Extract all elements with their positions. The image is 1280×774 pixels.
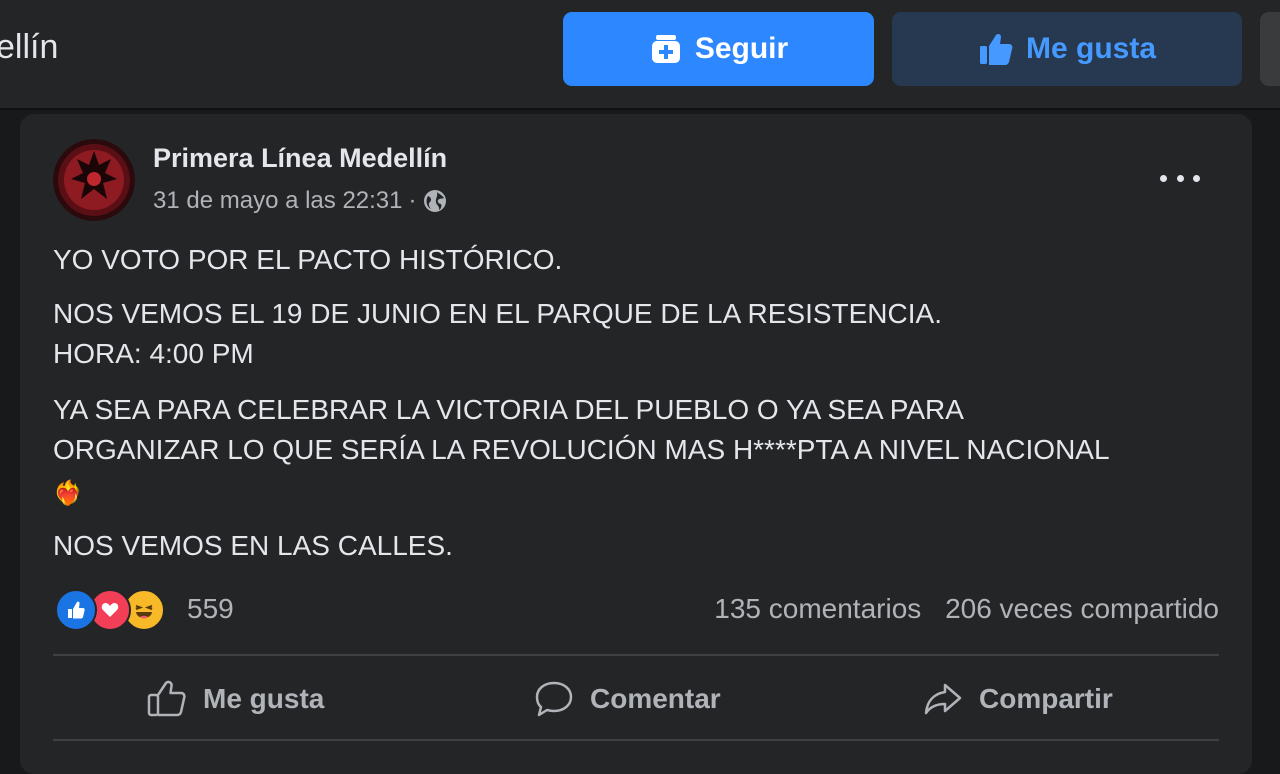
- comment-icon: [535, 681, 573, 717]
- thumbs-up-outline-icon: [147, 680, 186, 717]
- share-label: Compartir: [979, 683, 1113, 714]
- post-options-button[interactable]: [1160, 168, 1200, 188]
- post-stats: 135 comentarios 206 veces compartido: [714, 593, 1219, 625]
- like-reaction-icon: [55, 589, 97, 631]
- post-card: Primera Línea Medellín 31 de mayo a las …: [20, 114, 1252, 774]
- post-text-line: NOS VEMOS EL 19 DE JUNIO EN EL PARQUE DE…: [53, 298, 942, 329]
- post-meta: 31 de mayo a las 22:31 ·: [153, 186, 447, 216]
- share-button[interactable]: Compartir: [923, 674, 1113, 724]
- reaction-icons[interactable]: [55, 589, 165, 631]
- more-page-button[interactable]: [1260, 12, 1280, 86]
- post-text-line: ORGANIZAR LO QUE SERÍA LA REVOLUCIÓN MAS…: [53, 434, 1110, 465]
- reaction-count[interactable]: 559: [187, 593, 234, 625]
- divider: [53, 739, 1219, 741]
- like-button[interactable]: Me gusta: [147, 674, 324, 724]
- avatar[interactable]: [53, 139, 135, 221]
- post-timestamp[interactable]: 31 de mayo a las 22:31: [153, 187, 403, 215]
- dot-icon: [1160, 174, 1167, 182]
- divider: [53, 654, 1219, 656]
- comment-label: Comentar: [590, 683, 721, 714]
- share-icon: [924, 683, 962, 715]
- page-title: ellín: [0, 28, 59, 66]
- comment-button[interactable]: Comentar: [534, 674, 721, 724]
- like-page-button[interactable]: Me gusta: [892, 12, 1242, 86]
- post-text-line: YO VOTO POR EL PACTO HISTÓRICO.: [53, 244, 563, 275]
- heart-on-fire-emoji: ❤️‍🔥: [53, 480, 83, 507]
- follow-icon: [651, 35, 680, 63]
- like-label: Me gusta: [203, 683, 325, 714]
- globe-icon: [423, 190, 446, 212]
- like-page-label: Me gusta: [1025, 32, 1157, 65]
- post-text-line: YA SEA PARA CELEBRAR LA VICTORIA DEL PUE…: [53, 394, 964, 425]
- avatar-icon: [53, 139, 135, 221]
- comments-count[interactable]: 135 comentarios: [714, 593, 921, 624]
- thumbs-up-icon: [979, 33, 1013, 65]
- dot-icon: [1176, 174, 1184, 182]
- shares-count[interactable]: 206 veces compartido: [945, 593, 1219, 624]
- page-header: ellín Seguir Me gusta: [0, 0, 1280, 110]
- post-text-line: HORA: 4:00 PM: [53, 338, 254, 369]
- post-text-line: NOS VEMOS EN LAS CALLES.: [53, 530, 453, 561]
- follow-button[interactable]: Seguir: [563, 12, 874, 86]
- follow-label: Seguir: [694, 32, 789, 65]
- post-author[interactable]: Primera Línea Medellín: [153, 143, 447, 174]
- meta-separator: ·: [408, 187, 417, 214]
- dot-icon: [1193, 174, 1200, 182]
